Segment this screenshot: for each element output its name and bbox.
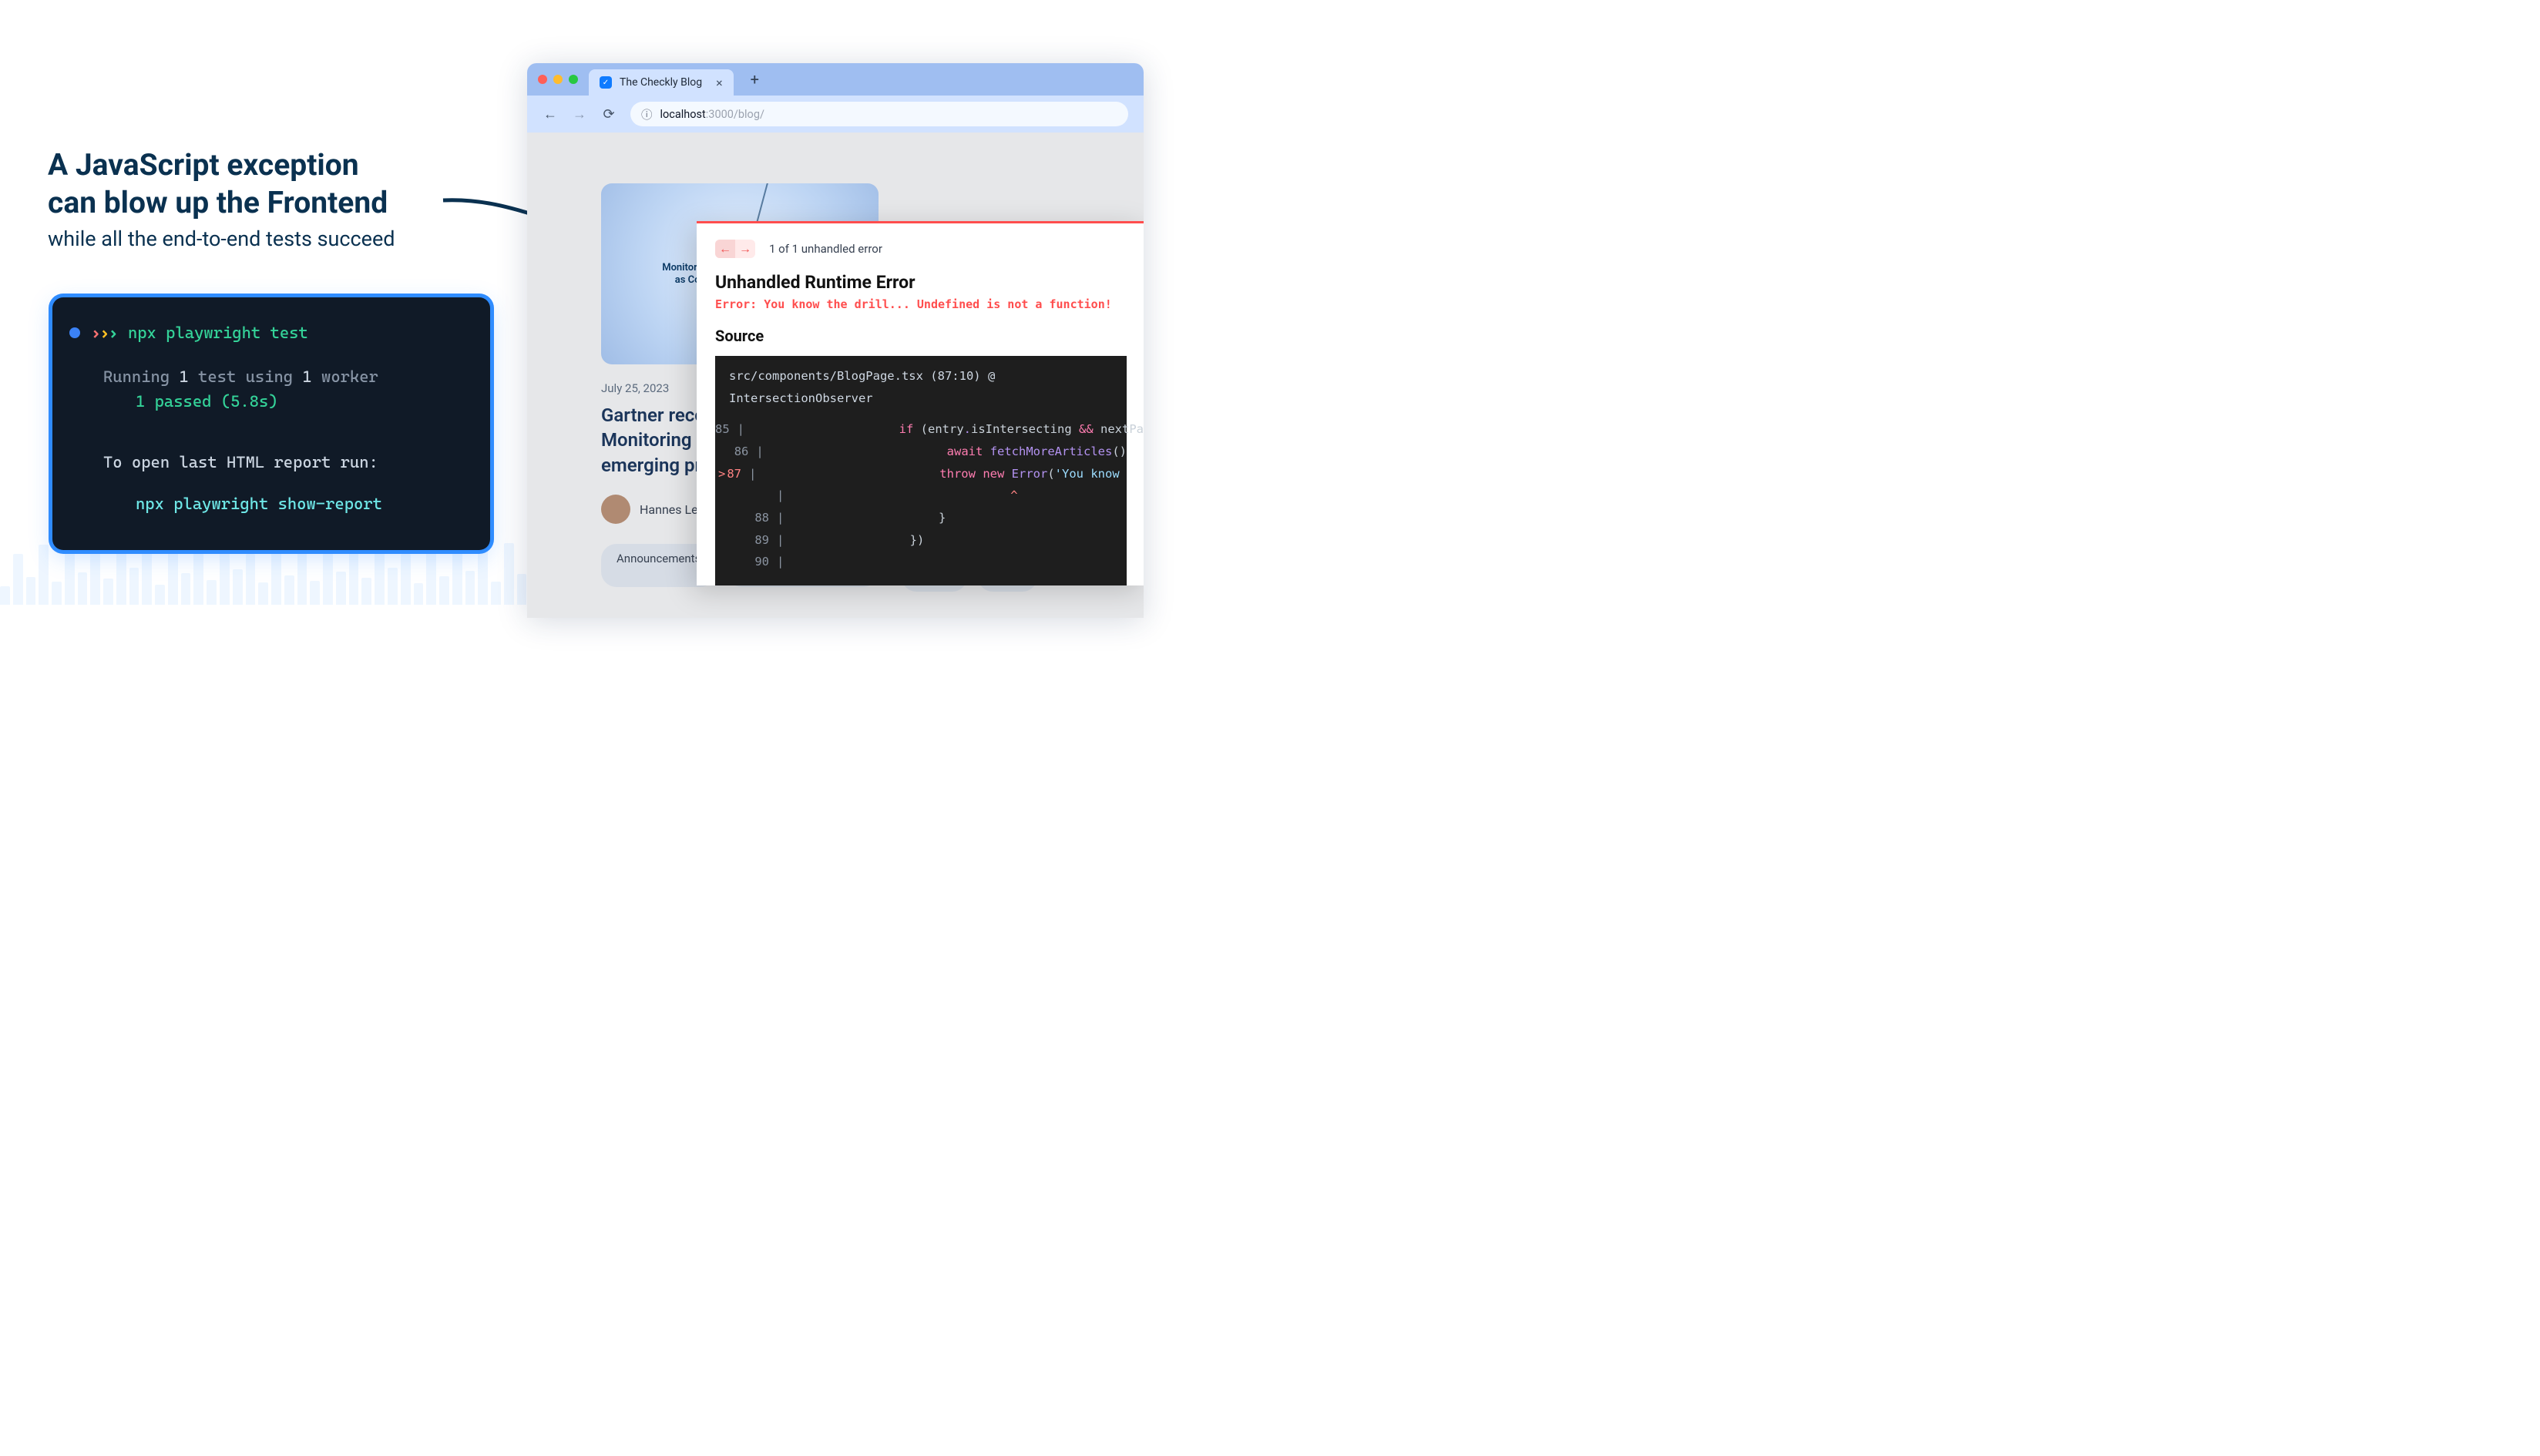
error-code-block: src/components/BlogPage.tsx (87:10) @ In… xyxy=(715,356,1127,585)
terminal-command: npx playwright test xyxy=(128,320,308,346)
terminal-report: npx playwright show-report xyxy=(69,491,473,517)
error-source-heading: Source xyxy=(715,327,1127,345)
maximize-window-icon[interactable] xyxy=(569,75,578,84)
error-prev-button[interactable]: ← xyxy=(715,240,735,258)
terminal-window: ››› npx playwright test Running 1 test u… xyxy=(52,297,490,550)
browser-tabbar: ✓ The Checkly Blog × + xyxy=(527,63,1144,96)
headline-line1: A JavaScript exception xyxy=(48,146,495,184)
browser-toolbar: ← → ⟳ ⓘ localhost:3000/blog/ xyxy=(527,96,1144,133)
avatar xyxy=(601,495,630,524)
error-overlay: ← → 1 of 1 unhandled error Unhandled Run… xyxy=(697,221,1144,585)
error-count: 1 of 1 unhandled error xyxy=(769,242,882,256)
terminal-running: Running 1 test using 1 worker xyxy=(69,364,473,390)
traffic-lights xyxy=(538,75,578,84)
error-heading: Unhandled Runtime Error xyxy=(715,272,1127,293)
back-icon[interactable]: ← xyxy=(543,106,558,122)
close-window-icon[interactable] xyxy=(538,75,547,84)
url-path: :3000/blog/ xyxy=(706,108,764,121)
new-tab-button[interactable]: + xyxy=(744,70,765,89)
close-tab-icon[interactable]: × xyxy=(710,75,723,90)
terminal-prompt-icon: ››› xyxy=(91,320,117,346)
headline-block: A JavaScript exception can blow up the F… xyxy=(48,146,495,251)
terminal-dot-icon xyxy=(69,327,80,338)
browser-window: ✓ The Checkly Blog × + ← → ⟳ ⓘ localhost… xyxy=(527,63,1144,618)
browser-tab[interactable]: ✓ The Checkly Blog × xyxy=(589,69,734,96)
error-location: src/components/BlogPage.tsx (87:10) @ In… xyxy=(715,365,1127,418)
headline-sub: while all the end-to-end tests succeed xyxy=(48,226,495,251)
checkly-favicon-icon: ✓ xyxy=(600,76,612,89)
forward-icon[interactable]: → xyxy=(572,106,587,122)
site-info-icon[interactable]: ⓘ xyxy=(641,106,653,122)
browser-viewport: Monitoring as Code ☺ July 25, 2023 Gartn… xyxy=(527,133,1144,618)
terminal-hint: To open last HTML report run: xyxy=(69,450,473,475)
error-next-button[interactable]: → xyxy=(735,240,755,258)
url-input[interactable]: ⓘ localhost:3000/blog/ xyxy=(630,102,1128,126)
minimize-window-icon[interactable] xyxy=(553,75,563,84)
headline-line2: can blow up the Frontend xyxy=(48,184,495,222)
error-nav: ← → xyxy=(715,240,755,258)
error-message: Error: You know the drill... Undefined i… xyxy=(715,297,1127,311)
terminal-passed: 1 passed (5.8s) xyxy=(69,389,473,414)
url-host: localhost xyxy=(660,108,706,121)
tab-title: The Checkly Blog xyxy=(620,76,702,89)
reload-icon[interactable]: ⟳ xyxy=(601,106,617,122)
